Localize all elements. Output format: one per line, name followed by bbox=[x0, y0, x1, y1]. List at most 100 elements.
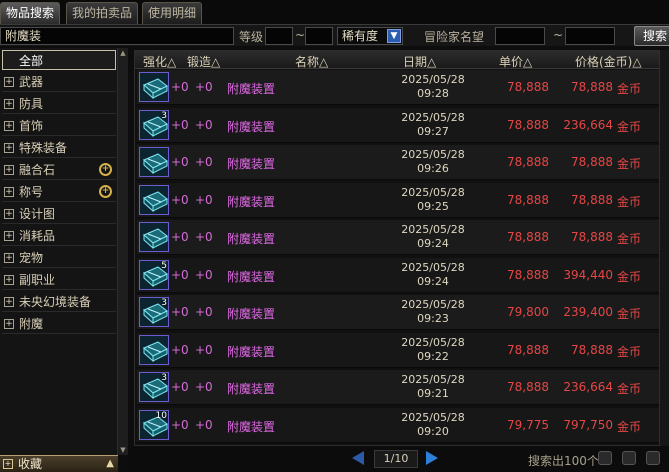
expand-plus-icon[interactable]: + bbox=[4, 187, 14, 197]
category-item[interactable]: + 首饰 bbox=[2, 116, 116, 136]
table-row[interactable]: +0 +0 附魔装置 2025/05/28 09:26 78,888 78,888 金币 bbox=[137, 145, 659, 180]
strengthen-value: +0 bbox=[171, 192, 189, 207]
tab-my-auctions[interactable]: 我的拍卖品 bbox=[66, 2, 139, 24]
header-forge[interactable]: 锻造△ bbox=[187, 53, 220, 70]
table-row[interactable]: 5 +0 +0 附魔装置 2025/05/28 09:24 78,888 394,440 金币 bbox=[137, 257, 659, 293]
item-name: 附魔装置 bbox=[227, 82, 276, 96]
enchant-device-icon[interactable] bbox=[139, 72, 169, 102]
expand-plus-icon[interactable]: + bbox=[4, 319, 14, 329]
table-row[interactable]: +0 +0 附魔装置 2025/05/28 09:28 78,888 78,888 金币 bbox=[137, 70, 659, 105]
expand-plus-icon[interactable]: + bbox=[4, 253, 14, 263]
lock-icon[interactable] bbox=[646, 451, 660, 465]
expand-plus-icon[interactable]: + bbox=[4, 143, 14, 153]
sidebar-scrollbar[interactable]: ▲ ▼ bbox=[118, 48, 128, 455]
category-item[interactable]: + 附魔 bbox=[2, 314, 116, 334]
forge-value: +0 bbox=[195, 342, 213, 357]
category-item[interactable]: + 武器 bbox=[2, 72, 116, 92]
fame-min-input[interactable] bbox=[495, 27, 545, 45]
adventurer-fame-label: 冒险家名望 bbox=[424, 30, 485, 44]
fame-max-input[interactable] bbox=[565, 27, 615, 45]
table-row[interactable]: +0 +0 附魔装置 2025/05/28 09:25 78,888 78,888 金币 bbox=[137, 182, 659, 218]
table-row[interactable]: 3 +0 +0 附魔装置 2025/05/28 09:23 79,800 239,400 金币 bbox=[137, 295, 659, 330]
category-item[interactable]: + 融合石 + bbox=[2, 160, 116, 180]
tab-item-search[interactable]: 物品搜索 bbox=[0, 2, 61, 24]
enchant-device-icon[interactable] bbox=[139, 184, 169, 215]
expand-plus-icon[interactable]: + bbox=[4, 77, 14, 87]
settings-icon[interactable] bbox=[598, 451, 612, 465]
expand-plus-icon[interactable]: + bbox=[4, 275, 14, 285]
item-name: 附魔装置 bbox=[227, 194, 276, 209]
enchant-device-icon[interactable] bbox=[139, 147, 169, 177]
listing-datetime: 2025/05/28 09:26 bbox=[383, 148, 483, 176]
unit-price: 78,888 bbox=[507, 380, 549, 394]
category-item[interactable]: + 设计图 bbox=[2, 204, 116, 224]
table-row[interactable]: 3 +0 +0 附魔装置 2025/05/28 09:27 78,888 236,664 金币 bbox=[137, 107, 659, 143]
total-price: 78,888 bbox=[571, 230, 613, 244]
rarity-select[interactable]: 稀有度 ▼ bbox=[337, 27, 403, 45]
level-max-input[interactable] bbox=[305, 27, 333, 45]
expand-plus-icon[interactable]: + bbox=[4, 121, 14, 131]
scroll-up-icon[interactable]: ▲ bbox=[119, 49, 127, 57]
table-row[interactable]: 10 +0 +0 附魔装置 2025/05/28 09:20 79,775 797,750 金币 bbox=[137, 407, 659, 443]
table-row[interactable]: +0 +0 附魔装置 2025/05/28 09:24 78,888 78,888 金币 bbox=[137, 220, 659, 255]
category-all[interactable]: 全部 bbox=[2, 50, 116, 70]
table-scrollbar[interactable] bbox=[660, 50, 669, 446]
enchant-device-icon[interactable]: 10 bbox=[139, 409, 169, 440]
item-name: 附魔装置 bbox=[227, 382, 276, 396]
table-row[interactable]: 3 +0 +0 附魔装置 2025/05/28 09:21 78,888 236,664 金币 bbox=[137, 370, 659, 405]
magnifier-icon[interactable]: + bbox=[99, 185, 112, 198]
item-name-input[interactable]: 附魔装 bbox=[0, 27, 234, 45]
strengthen-value: +0 bbox=[171, 155, 189, 169]
level-min-input[interactable] bbox=[265, 27, 293, 45]
expand-plus-icon[interactable]: + bbox=[4, 297, 14, 307]
enchant-device-icon[interactable] bbox=[139, 334, 169, 365]
forge-value: +0 bbox=[195, 192, 213, 207]
listing-datetime: 2025/05/28 09:25 bbox=[383, 186, 483, 214]
enchant-device-icon[interactable]: 3 bbox=[139, 109, 169, 140]
category-item[interactable]: + 未央幻境装备 bbox=[2, 292, 116, 312]
table-body: +0 +0 附魔装置 2025/05/28 09:28 78,888 78,888 金币 3 +0… bbox=[135, 70, 659, 445]
category-item[interactable]: + 称号 + bbox=[2, 182, 116, 202]
currency-label: 金币 bbox=[617, 344, 642, 359]
category-label: 附魔 bbox=[19, 317, 44, 331]
favorites-bar[interactable]: + 收藏 ▲ bbox=[0, 455, 118, 472]
currency-label: 金币 bbox=[617, 82, 642, 96]
search-button[interactable]: 搜索 bbox=[634, 26, 669, 46]
header-total-price[interactable]: 价格(金币)△ bbox=[575, 53, 642, 70]
mailbox-icon[interactable] bbox=[622, 451, 636, 465]
category-item[interactable]: + 防具 bbox=[2, 94, 116, 114]
item-name: 附魔装置 bbox=[227, 307, 276, 321]
category-item[interactable]: + 宠物 bbox=[2, 248, 116, 268]
next-page-icon[interactable] bbox=[426, 451, 438, 465]
table-row[interactable]: +0 +0 附魔装置 2025/05/28 09:22 78,888 78,888 金币 bbox=[137, 332, 659, 368]
category-label: 未央幻境装备 bbox=[19, 295, 92, 309]
expand-plus-icon[interactable]: + bbox=[4, 165, 14, 175]
header-unit-price[interactable]: 单价△ bbox=[499, 53, 532, 70]
expand-plus-icon[interactable]: + bbox=[4, 99, 14, 109]
chevron-down-icon[interactable]: ▼ bbox=[387, 29, 401, 43]
header-date[interactable]: 日期△ bbox=[403, 53, 436, 70]
enchant-device-icon[interactable] bbox=[139, 222, 169, 252]
enchant-device-icon[interactable]: 3 bbox=[139, 297, 169, 327]
header-name[interactable]: 名称△ bbox=[295, 53, 328, 70]
scroll-down-icon[interactable]: ▼ bbox=[119, 446, 127, 454]
expand-plus-icon[interactable]: + bbox=[4, 209, 14, 219]
expand-plus-icon[interactable]: + bbox=[4, 231, 14, 241]
category-item[interactable]: + 副职业 bbox=[2, 270, 116, 290]
category-label: 防具 bbox=[19, 97, 44, 111]
prev-page-icon[interactable] bbox=[352, 451, 364, 465]
listing-time: 09:20 bbox=[417, 424, 449, 438]
header-strengthen[interactable]: 强化△ bbox=[143, 53, 176, 70]
category-item[interactable]: + 特殊装备 bbox=[2, 138, 116, 158]
unit-price: 78,888 bbox=[507, 80, 549, 94]
forge-value: +0 bbox=[195, 155, 213, 169]
enchant-device-icon[interactable]: 3 bbox=[139, 372, 169, 402]
plus-icon: + bbox=[3, 459, 13, 469]
magnifier-icon[interactable]: + bbox=[99, 163, 112, 176]
tab-usage-details[interactable]: 使用明细 bbox=[142, 2, 203, 24]
category-item[interactable]: + 消耗品 bbox=[2, 226, 116, 246]
item-quantity: 3 bbox=[161, 110, 167, 121]
category-label: 称号 bbox=[19, 185, 44, 199]
enchant-device-icon[interactable]: 5 bbox=[139, 259, 169, 290]
chevron-up-icon[interactable]: ▲ bbox=[106, 456, 114, 472]
